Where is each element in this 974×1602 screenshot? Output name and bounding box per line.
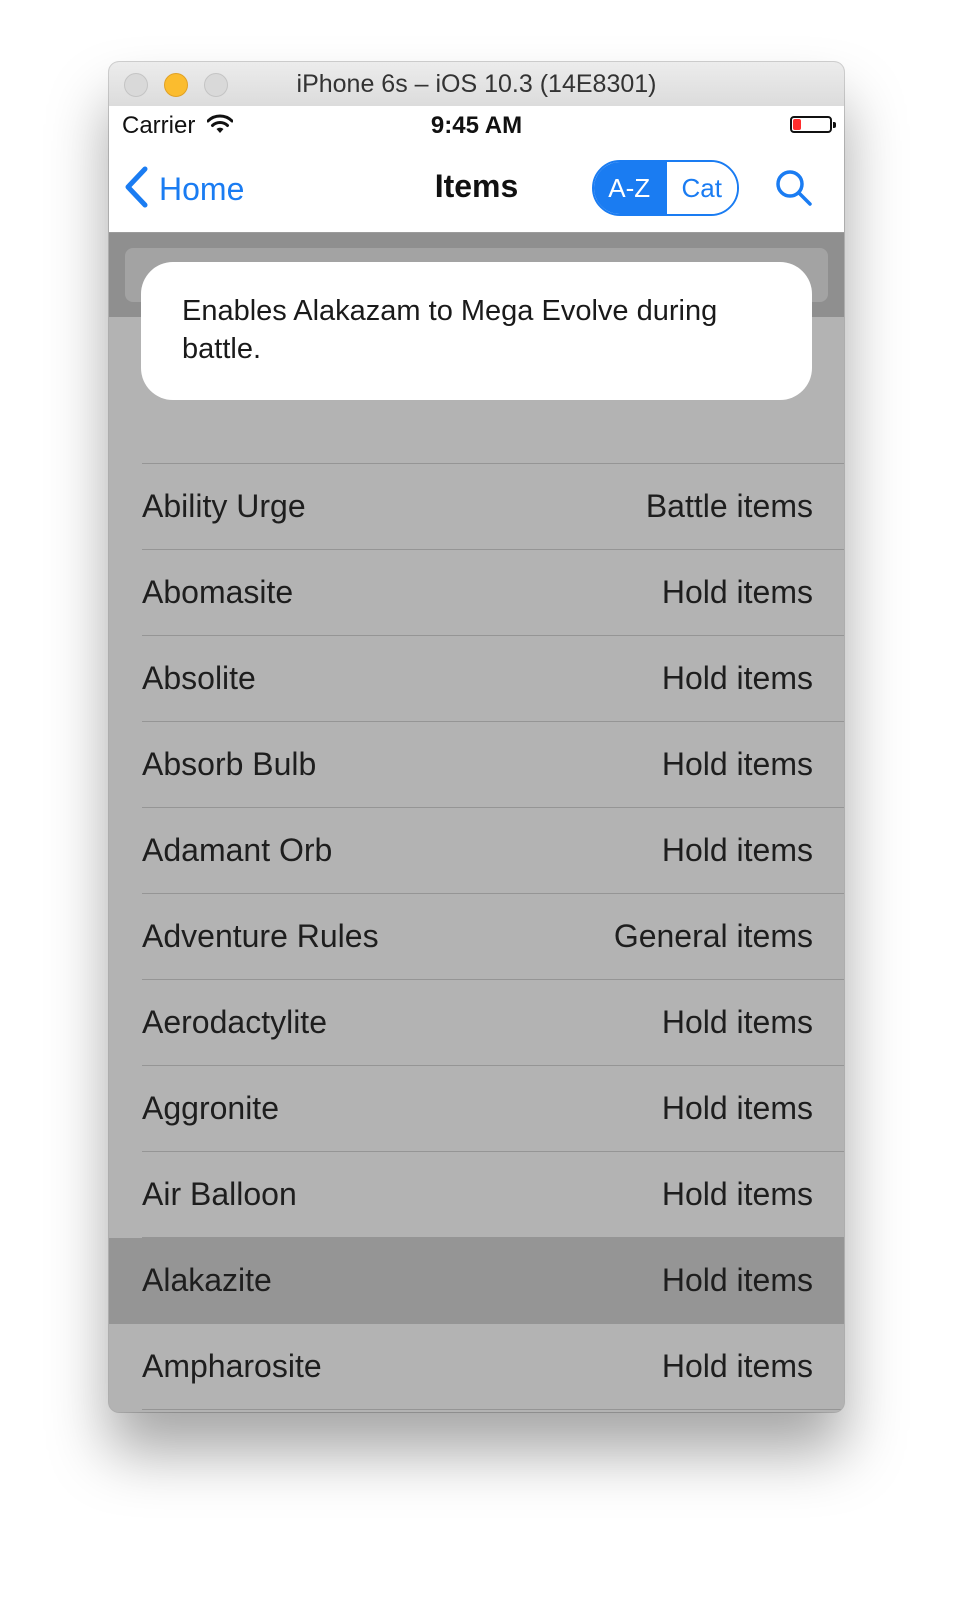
item-category: Hold items — [661, 1176, 813, 1212]
item-category: Hold items — [661, 832, 813, 868]
row-separator — [142, 463, 844, 464]
status-bar: Carrier 9:45 AM — [109, 106, 844, 146]
back-button-label: Home — [159, 170, 245, 207]
status-time: 9:45 AM — [430, 112, 523, 139]
search-icon — [774, 170, 814, 212]
list-item[interactable]: Adamant Orb Hold items — [109, 808, 844, 894]
item-name: Ability Urge — [142, 488, 306, 524]
item-description-tooltip: Enables Alakazam to Mega Evolve during b… — [141, 262, 812, 400]
back-button[interactable]: Home — [123, 166, 244, 212]
list-item[interactable]: Absorb Bulb Hold items — [109, 722, 844, 808]
item-name: Adamant Orb — [142, 832, 333, 868]
tooltip-text: Enables Alakazam to Mega Evolve during b… — [182, 295, 718, 365]
item-category: Hold items — [661, 1348, 813, 1384]
item-category: Hold items — [661, 660, 813, 696]
navigation-bar: Home Items A-Z Cat — [109, 146, 844, 233]
item-category: Hold items — [661, 1090, 813, 1126]
item-category: Hold items — [661, 1004, 813, 1040]
search-button[interactable] — [774, 168, 814, 208]
list-item[interactable]: Abomasite Hold items — [109, 550, 844, 636]
segment-a-z[interactable]: A-Z — [594, 162, 665, 214]
item-name: Adventure Rules — [142, 918, 379, 954]
segment-cat[interactable]: Cat — [664, 162, 737, 214]
sort-segmented-control[interactable]: A-Z Cat — [592, 160, 739, 216]
item-category: Hold items — [661, 574, 813, 610]
item-name: Absolite — [142, 660, 256, 696]
list-item[interactable]: Absolite Hold items — [109, 636, 844, 722]
item-category: Battle items — [645, 488, 813, 524]
list-item[interactable]: Alakazite Hold items — [109, 1238, 844, 1324]
item-name: Absorb Bulb — [142, 746, 317, 782]
item-name: Aerodactylite — [142, 1004, 327, 1040]
item-category: Hold items — [661, 1262, 813, 1298]
battery-icon — [790, 116, 836, 133]
item-name: Ampharosite — [142, 1348, 322, 1384]
items-list[interactable]: Ability Urge Battle items Abomasite Hold it… — [109, 317, 844, 1412]
list-item[interactable]: Aggronite Hold items — [109, 1066, 844, 1152]
list-item[interactable]: Air Balloon Hold items — [109, 1152, 844, 1238]
item-name: Aggronite — [142, 1090, 279, 1126]
chevron-left-icon — [123, 166, 149, 213]
item-name: Alakazite — [142, 1262, 272, 1298]
item-category: Hold items — [661, 746, 813, 782]
window-titlebar[interactable]: iPhone 6s – iOS 10.3 (14E8301) — [109, 62, 844, 107]
list-item[interactable]: Aerodactylite Hold items — [109, 980, 844, 1066]
list-item[interactable]: Amulet CoinHold items — [109, 1410, 844, 1412]
list-item[interactable]: Adventure Rules General items — [109, 894, 844, 980]
page-title: Items — [434, 168, 519, 204]
item-name: Abomasite — [142, 574, 294, 610]
list-item[interactable]: Ability Urge Battle items — [109, 464, 844, 550]
item-category: General items — [613, 918, 813, 954]
battery-level — [793, 119, 801, 130]
list-item[interactable]: Ampharosite Hold items — [109, 1324, 844, 1410]
item-name: Air Balloon — [142, 1176, 297, 1212]
window-title: iPhone 6s – iOS 10.3 (14E8301) — [296, 70, 657, 98]
